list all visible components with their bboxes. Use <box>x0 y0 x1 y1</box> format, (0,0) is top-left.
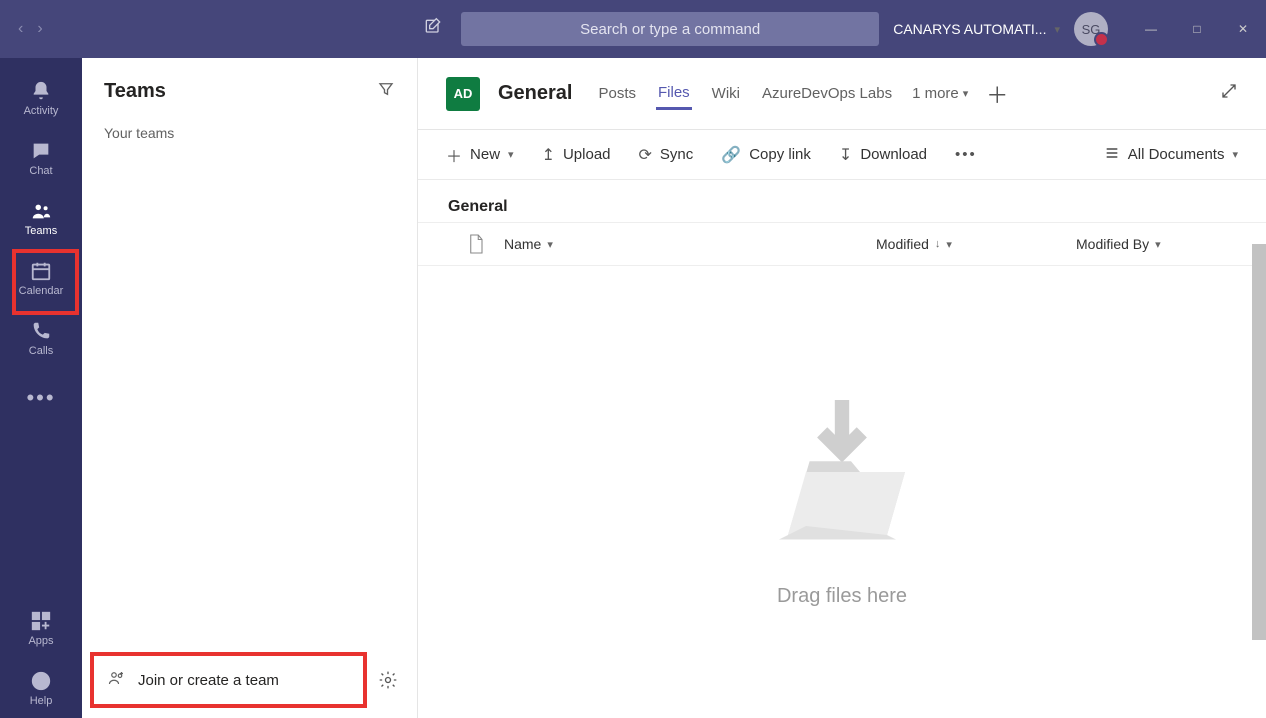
sidebar-title: Teams <box>104 80 166 103</box>
file-icon-header <box>448 233 504 255</box>
rail-label: Help <box>30 695 53 707</box>
plus-icon: ＋ <box>446 143 462 167</box>
join-create-team-button[interactable]: Join or create a team <box>94 656 363 704</box>
column-name[interactable]: Name▾ <box>504 236 876 252</box>
empty-state[interactable]: Drag files here <box>418 266 1266 718</box>
help-icon <box>30 670 52 692</box>
rail-more[interactable]: ••• <box>0 368 82 428</box>
new-button[interactable]: ＋New▾ <box>446 143 514 167</box>
sync-button[interactable]: ⟳Sync <box>639 145 694 165</box>
more-tabs[interactable]: 1 more ▾ <box>912 85 968 102</box>
column-modified-by[interactable]: Modified By▾ <box>1076 236 1236 252</box>
rail-label: Activity <box>24 105 59 117</box>
folder-drop-icon <box>752 377 932 567</box>
chevron-down-icon: ▾ <box>946 238 952 251</box>
rail-label: Apps <box>28 635 53 647</box>
minimize-button[interactable]: ― <box>1128 0 1174 58</box>
avatar-initials: SG <box>1082 22 1101 37</box>
copylink-button[interactable]: 🔗Copy link <box>721 145 811 165</box>
rail-teams[interactable]: Teams <box>0 188 82 248</box>
your-teams-label: Your teams <box>82 115 417 151</box>
sort-down-icon: ↓ <box>935 238 941 250</box>
calendar-icon <box>30 260 52 282</box>
chevron-down-icon: ▾ <box>508 148 514 161</box>
chevron-down-icon: ▾ <box>1232 148 1238 161</box>
phone-icon <box>30 320 52 342</box>
expand-icon[interactable] <box>1220 82 1238 105</box>
upload-button[interactable]: ↥Upload <box>542 145 611 165</box>
rail-chat[interactable]: Chat <box>0 128 82 188</box>
nav-arrows: ‹ › <box>0 20 61 38</box>
settings-icon[interactable] <box>371 663 405 697</box>
chevron-down-icon: ▾ <box>547 238 553 251</box>
main-content: AD General Posts Files Wiki AzureDevOps … <box>418 58 1266 718</box>
download-button[interactable]: ↧Download <box>839 145 927 165</box>
sync-icon: ⟳ <box>639 145 652 165</box>
rail-help[interactable]: Help <box>0 658 82 718</box>
teams-sidebar: Teams Your teams Join or create a team <box>82 58 418 718</box>
rail-label: Calendar <box>19 285 64 297</box>
empty-text: Drag files here <box>777 585 907 608</box>
chat-icon <box>30 140 52 162</box>
join-label: Join or create a team <box>138 672 279 689</box>
org-name: CANARYS AUTOMATI... <box>893 21 1046 37</box>
channel-header: AD General Posts Files Wiki AzureDevOps … <box>418 58 1266 130</box>
team-badge: AD <box>446 77 480 111</box>
file-commands: ＋New▾ ↥Upload ⟳Sync 🔗Copy link ↧Download… <box>418 130 1266 180</box>
download-icon: ↧ <box>839 145 852 165</box>
search-placeholder: Search or type a command <box>580 21 760 38</box>
avatar[interactable]: SG <box>1074 12 1108 46</box>
org-switcher[interactable]: CANARYS AUTOMATI... ▾ <box>893 21 1060 37</box>
more-icon: ••• <box>26 385 55 411</box>
apps-icon <box>30 610 52 632</box>
upload-icon: ↥ <box>542 145 555 165</box>
list-icon <box>1104 145 1120 165</box>
rail-label: Teams <box>25 225 57 237</box>
add-tab-button[interactable]: ＋ <box>986 78 1008 110</box>
scrollbar[interactable] <box>1252 244 1266 640</box>
chevron-down-icon: ▾ <box>963 87 969 100</box>
bell-icon <box>30 80 52 102</box>
view-selector[interactable]: All Documents ▾ <box>1104 145 1238 165</box>
tab-azuredevops[interactable]: AzureDevOps Labs <box>760 79 894 108</box>
team-add-icon <box>108 669 126 692</box>
rail-calendar[interactable]: Calendar <box>0 248 82 308</box>
link-icon: 🔗 <box>721 145 741 165</box>
more-commands[interactable]: ••• <box>955 146 977 163</box>
compose-icon[interactable] <box>421 17 445 42</box>
tab-files[interactable]: Files <box>656 78 692 110</box>
back-button[interactable]: ‹ <box>18 20 23 38</box>
chevron-down-icon: ▾ <box>1155 238 1161 251</box>
chevron-down-icon: ▾ <box>1054 23 1060 36</box>
rail-label: Chat <box>29 165 52 177</box>
teams-icon <box>30 200 52 222</box>
forward-button[interactable]: › <box>37 20 42 38</box>
filter-icon[interactable] <box>377 80 395 103</box>
channel-name: General <box>498 82 572 105</box>
column-modified[interactable]: Modified↓▾ <box>876 236 1076 252</box>
tab-wiki[interactable]: Wiki <box>710 79 742 108</box>
rail-calls[interactable]: Calls <box>0 308 82 368</box>
window-controls: ― □ ✕ <box>1128 0 1266 58</box>
rail-apps[interactable]: Apps <box>0 598 82 658</box>
rail-label: Calls <box>29 345 53 357</box>
close-button[interactable]: ✕ <box>1220 0 1266 58</box>
file-table-header: Name▾ Modified↓▾ Modified By▾ <box>418 222 1266 266</box>
titlebar: ‹ › Search or type a command CANARYS AUT… <box>0 0 1266 58</box>
search-input[interactable]: Search or type a command <box>461 12 879 46</box>
rail-activity[interactable]: Activity <box>0 68 82 128</box>
app-rail: Activity Chat Teams Calendar Calls ••• A… <box>0 58 82 718</box>
tab-posts[interactable]: Posts <box>596 79 638 108</box>
folder-title: General <box>418 180 1266 222</box>
maximize-button[interactable]: □ <box>1174 0 1220 58</box>
